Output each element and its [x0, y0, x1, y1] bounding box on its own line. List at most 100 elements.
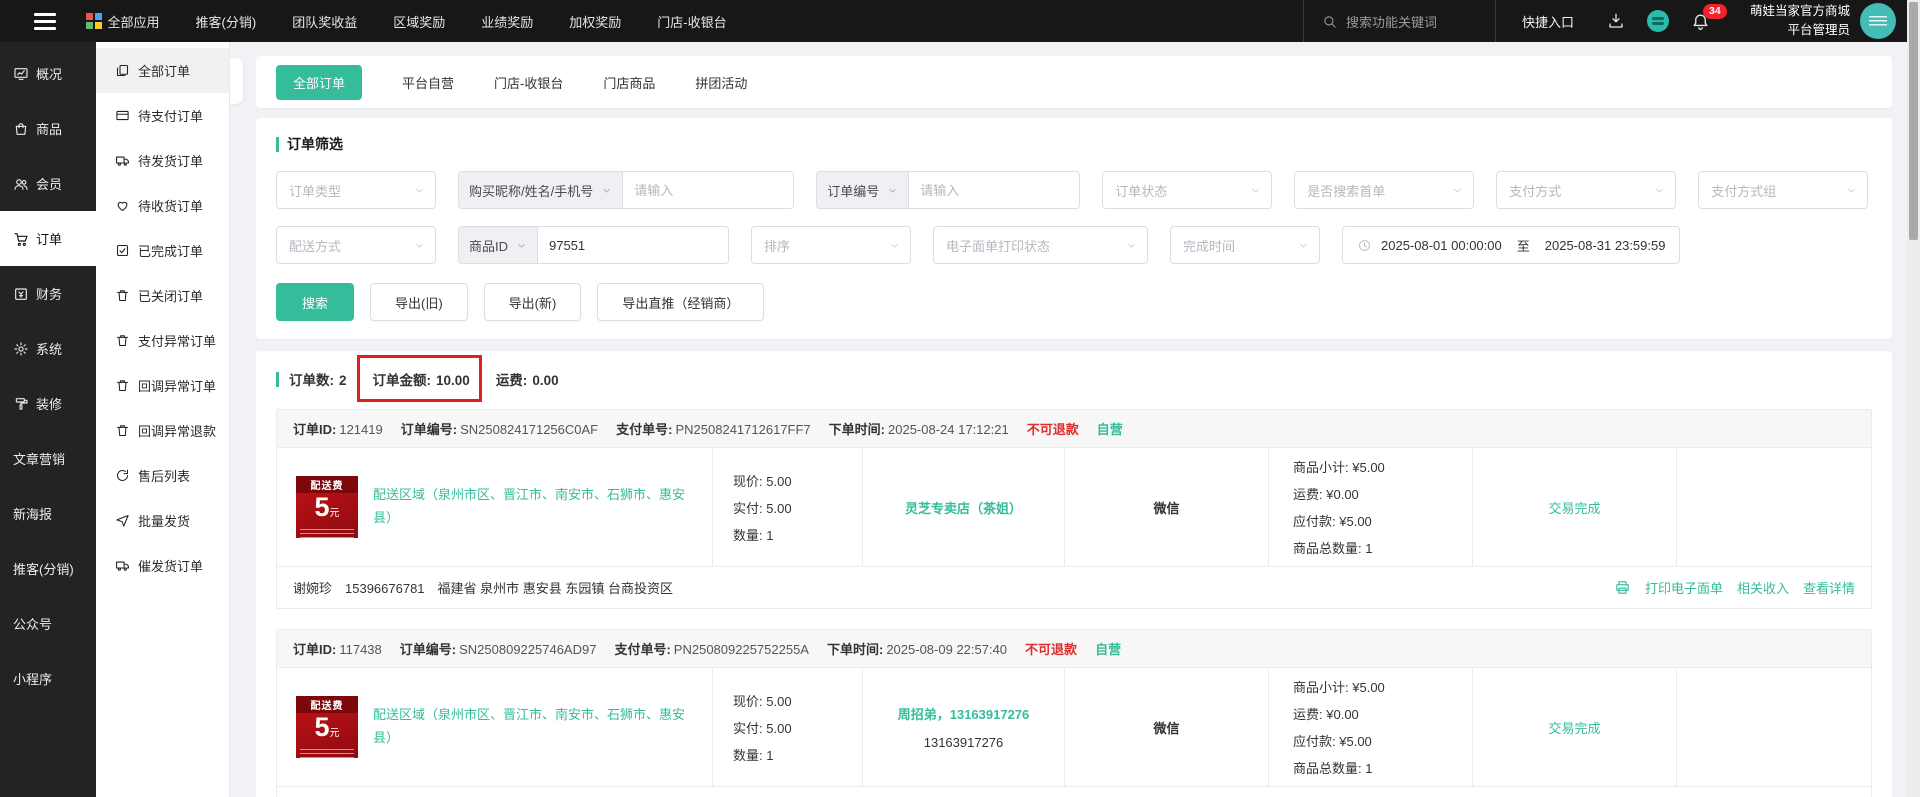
- pay-method-select[interactable]: 支付方式: [1496, 171, 1677, 209]
- download-icon[interactable]: [1607, 12, 1625, 30]
- stat-order-amount: 订单金额: 10.00: [356, 355, 482, 402]
- order-nav-completed[interactable]: 已完成订单: [96, 228, 229, 273]
- topmenu-item-weighted-reward[interactable]: 加权奖励: [569, 12, 621, 31]
- order-type-select[interactable]: 订单类型: [276, 171, 436, 209]
- circle-app-icon[interactable]: [1646, 10, 1669, 32]
- order-nav-batch-ship[interactable]: 批量发货: [96, 498, 229, 543]
- user-info: 萌娃当家官方商城 平台管理员: [1750, 2, 1850, 41]
- order-nav-callback-refund[interactable]: 回调异常退款: [96, 408, 229, 453]
- buyer-search-input[interactable]: [623, 172, 794, 208]
- topmenu-item-store-cashier[interactable]: 门店-收银台: [657, 12, 726, 31]
- chart-icon: [13, 66, 29, 82]
- sidebar-item-article-marketing[interactable]: 文章营销: [0, 431, 96, 486]
- order-no-field-select[interactable]: 订单编号: [817, 172, 910, 208]
- buyer-name-phone[interactable]: 周招弟，13163917276: [898, 704, 1030, 723]
- pay-group-select[interactable]: 支付方式组: [1698, 171, 1869, 209]
- copy-icon: [115, 63, 130, 78]
- vertical-scrollbar[interactable]: [1907, 0, 1920, 797]
- tab-group-activity[interactable]: 拼团活动: [695, 73, 747, 92]
- related-income-link[interactable]: 相关收入: [1737, 578, 1789, 597]
- sidebar-item-overview[interactable]: 概况: [0, 46, 96, 101]
- order-nav-to-ship[interactable]: 待发货订单: [96, 138, 229, 183]
- order-nav-to-receive[interactable]: 待收货订单: [96, 183, 229, 228]
- topbar: 全部应用 推客(分销) 团队奖收益 区域奖励 业绩奖励 加权奖励 门店-收银台 …: [0, 0, 1920, 42]
- product-id-field-select[interactable]: 商品ID: [459, 227, 539, 263]
- order-nav-unpaid[interactable]: 待支付订单: [96, 93, 229, 138]
- sidebar-item-system[interactable]: 系统: [0, 321, 96, 376]
- first-order-select[interactable]: 是否搜索首单: [1294, 171, 1475, 209]
- paper-plane-icon: [115, 513, 130, 528]
- payment-cell: 微信: [1065, 448, 1269, 566]
- topmenu-item-promoter[interactable]: 推客(分销): [196, 12, 257, 31]
- trash-icon: [115, 423, 130, 438]
- export-old-button[interactable]: 导出(旧): [370, 283, 468, 321]
- order-nav-urge-ship[interactable]: 催发货订单: [96, 543, 229, 588]
- chevron-down-icon: [414, 240, 425, 251]
- chevron-down-icon: [601, 185, 612, 196]
- eorder-print-status-select[interactable]: 电子面单打印状态: [933, 226, 1149, 264]
- truck-icon: [115, 558, 130, 573]
- sidebar-item-new-poster[interactable]: 新海报: [0, 486, 96, 541]
- topmenu-item-performance-reward[interactable]: 业绩奖励: [481, 12, 533, 31]
- sidebar-item-orders[interactable]: 订单: [0, 211, 96, 266]
- view-detail-link[interactable]: 查看详情: [1803, 578, 1855, 597]
- finish-time-select[interactable]: 完成时间: [1170, 226, 1321, 264]
- sidebar-item-promoter[interactable]: 推客(分销): [0, 541, 96, 596]
- sidebar-collapse-handle[interactable]: [230, 58, 243, 104]
- global-search-input[interactable]: 搜索功能关键词: [1302, 0, 1496, 42]
- order-nav-all[interactable]: 全部订单: [96, 48, 229, 93]
- sidebar-item-decoration[interactable]: 装修: [0, 376, 96, 431]
- tab-all-orders[interactable]: 全部订单: [276, 64, 363, 100]
- order-nav-callback-abnormal[interactable]: 回调异常订单: [96, 363, 229, 408]
- check-square-icon: [115, 243, 130, 258]
- order-status-select[interactable]: 订单状态: [1102, 171, 1273, 209]
- price-cell: 现价: 5.00 实付: 5.00 数量: 1: [713, 668, 863, 786]
- scrollbar-thumb[interactable]: [1909, 2, 1918, 240]
- export-new-button[interactable]: 导出(新): [483, 283, 582, 321]
- product-title-link[interactable]: 配送区域（泉州市区、晋江市、南安市、石狮市、惠安县）: [373, 484, 693, 530]
- totals-cell: 商品小计: ¥5.00 运费: ¥0.00 应付款: ¥5.00 商品总数量: …: [1269, 668, 1473, 786]
- notifications-button[interactable]: 34: [1691, 3, 1727, 31]
- bag-icon: [13, 121, 29, 137]
- sidebar-item-official-account[interactable]: 公众号: [0, 596, 96, 651]
- sidebar-item-mini-program[interactable]: 小程序: [0, 651, 96, 706]
- order-block: 订单ID: 117438 订单编号: SN250809225746AD97 支付单号…: [276, 629, 1872, 797]
- product-id-input[interactable]: [538, 227, 729, 263]
- paint-roller-icon: [13, 396, 29, 412]
- search-button[interactable]: 搜索: [276, 283, 354, 321]
- payment-cell: 微信: [1065, 668, 1269, 786]
- delivery-method-select[interactable]: 配送方式: [276, 226, 436, 264]
- order-nav-closed[interactable]: 已关闭订单: [96, 273, 229, 318]
- user-role: 平台管理员: [1787, 23, 1850, 37]
- export-direct-button[interactable]: 导出直推（经销商）: [597, 283, 765, 321]
- order-nav-aftersale[interactable]: 售后列表: [96, 453, 229, 498]
- chevron-down-icon: [414, 185, 425, 196]
- product-image[interactable]: 配送费 5元: [296, 476, 358, 538]
- avatar[interactable]: [1860, 3, 1896, 39]
- tab-platform-self[interactable]: 平台自营: [402, 73, 454, 92]
- top-menu: 全部应用 推客(分销) 团队奖收益 区域奖励 业绩奖励 加权奖励 门店-收银台: [86, 12, 727, 31]
- chevron-down-icon: [1126, 240, 1137, 251]
- store-name[interactable]: 灵芝专卖店（茶姐）: [905, 498, 1022, 517]
- buyer-field-select[interactable]: 购买昵称/姓名/手机号: [459, 172, 624, 208]
- product-title-link[interactable]: 配送区域（泉州市区、晋江市、南安市、石狮市、惠安县）: [373, 704, 693, 750]
- buyer-search-combo: 购买昵称/姓名/手机号: [458, 171, 795, 209]
- sidebar-item-members[interactable]: 会员: [0, 156, 96, 211]
- date-range-picker[interactable]: 2025-08-01 00:00:00 至 2025-08-31 23:59:5…: [1342, 226, 1681, 264]
- hamburger-menu-icon[interactable]: [34, 12, 56, 30]
- print-eorder-link[interactable]: 打印电子面单: [1645, 578, 1723, 597]
- topmenu-item-region-reward[interactable]: 区域奖励: [393, 12, 445, 31]
- sidebar-item-finance[interactable]: 财务: [0, 266, 96, 321]
- quick-entry-link[interactable]: 快捷入口: [1522, 12, 1574, 31]
- sort-select[interactable]: 排序: [751, 226, 912, 264]
- topmenu-item-team-reward[interactable]: 团队奖收益: [292, 12, 357, 31]
- order-nav-pay-abnormal[interactable]: 支付异常订单: [96, 318, 229, 363]
- sidebar-item-goods[interactable]: 商品: [0, 101, 96, 156]
- tab-store-cashier[interactable]: 门店-收银台: [494, 73, 563, 92]
- tab-store-goods[interactable]: 门店商品: [603, 73, 655, 92]
- order-filter-panel: 订单筛选 订单类型 购买昵称/姓名/手机号 订单编号 订单状态 是否搜索首单 支…: [256, 118, 1892, 339]
- topmenu-item-all-apps[interactable]: 全部应用: [86, 12, 160, 31]
- order-no-input[interactable]: [909, 172, 1080, 208]
- order-status-cell: 交易完成: [1473, 448, 1677, 566]
- product-image[interactable]: 配送费 5元: [296, 696, 358, 758]
